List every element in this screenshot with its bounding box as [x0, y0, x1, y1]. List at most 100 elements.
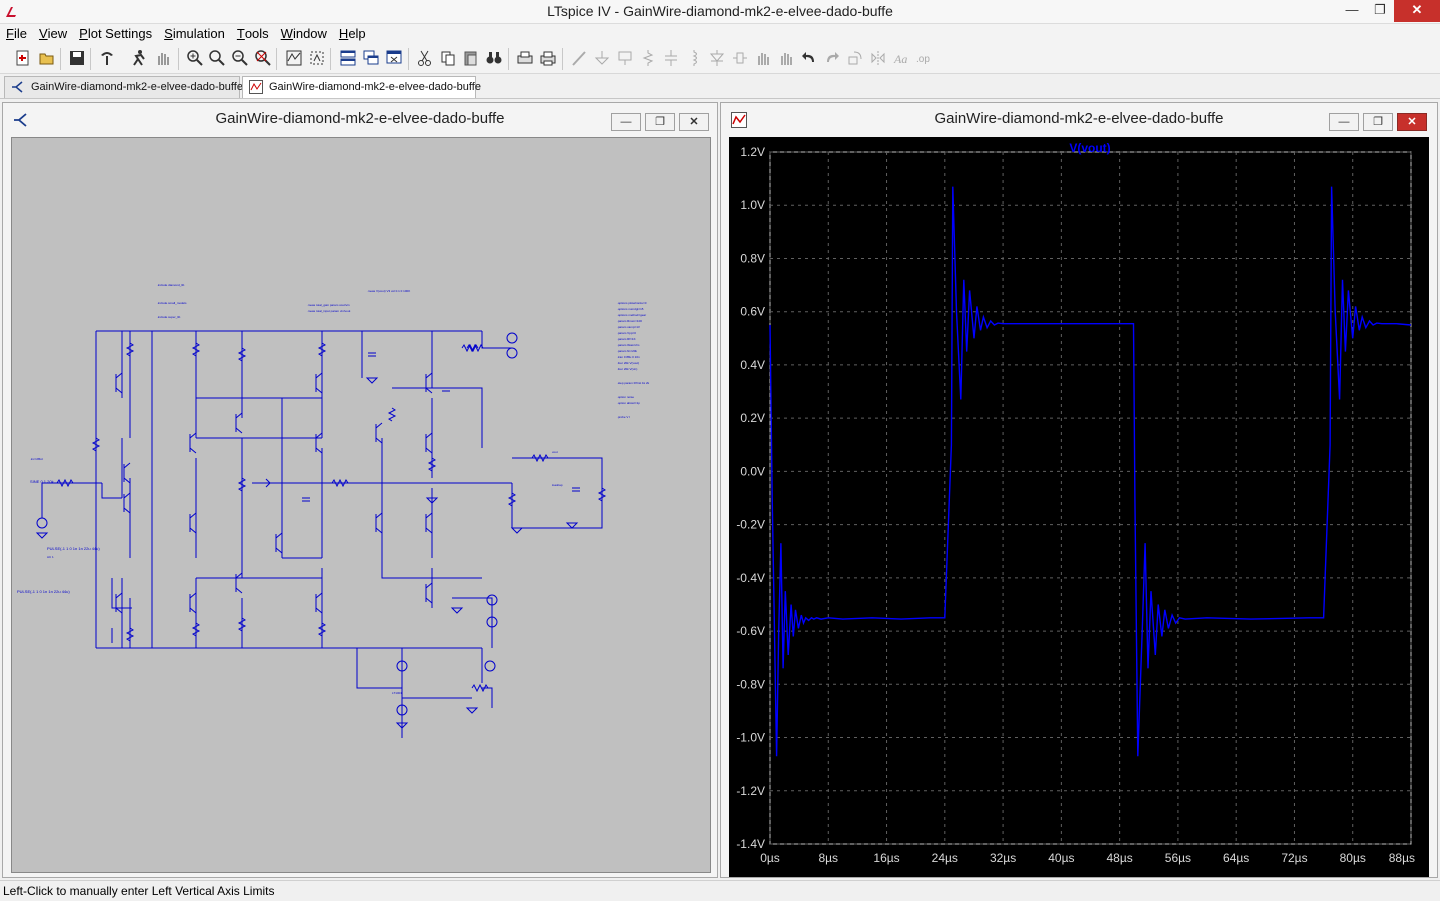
- x-tick-label[interactable]: 48µs: [1107, 851, 1133, 865]
- svg-text:AC 1: AC 1: [47, 555, 54, 559]
- zoom-out-icon[interactable]: [231, 49, 249, 67]
- minimize-button[interactable]: —: [1338, 0, 1366, 22]
- new-schematic-icon[interactable]: [14, 49, 32, 67]
- paste-icon[interactable]: [462, 49, 480, 67]
- x-tick-label[interactable]: 64µs: [1223, 851, 1249, 865]
- x-tick-label[interactable]: 80µs: [1340, 851, 1366, 865]
- halt-hand-icon[interactable]: [154, 49, 172, 67]
- y-tick-label[interactable]: -0.6V: [736, 624, 765, 638]
- tab-schematic[interactable]: GainWire-diamond-mk2-e-elvee-dado-buffe: [4, 76, 243, 98]
- y-tick-label[interactable]: -0.4V: [736, 571, 765, 585]
- y-tick-label[interactable]: 1.0V: [740, 198, 765, 212]
- print-setup-icon[interactable]: [516, 49, 534, 67]
- mirror-icon[interactable]: [869, 49, 887, 67]
- diode-icon[interactable]: [708, 49, 726, 67]
- x-tick-label[interactable]: 88µs: [1389, 851, 1415, 865]
- x-tick-label[interactable]: 24µs: [932, 851, 958, 865]
- svg-text:.meas total_input param vin/vo: .meas total_input param vin/vout: [307, 309, 351, 313]
- label-net-icon[interactable]: [616, 49, 634, 67]
- x-tick-label[interactable]: 8µs: [818, 851, 838, 865]
- document-tab-bar: GainWire-diamond-mk2-e-elvee-dado-buffe …: [0, 75, 1440, 99]
- y-tick-label[interactable]: -1.2V: [736, 784, 765, 798]
- redo-icon[interactable]: [823, 49, 841, 67]
- restore-button[interactable]: ❐: [1366, 0, 1394, 22]
- y-tick-label[interactable]: -0.2V: [736, 518, 765, 532]
- text-icon[interactable]: Aa: [892, 49, 910, 67]
- copy-icon[interactable]: [439, 49, 457, 67]
- y-tick-label[interactable]: 0.2V: [740, 411, 765, 425]
- zoom-in-icon[interactable]: [186, 49, 204, 67]
- tab-waveform[interactable]: GainWire-diamond-mk2-e-elvee-dado-buffe: [242, 76, 481, 98]
- plot-restore-button[interactable]: ❐: [1363, 113, 1393, 131]
- print-icon[interactable]: [539, 49, 557, 67]
- rotate-icon[interactable]: [846, 49, 864, 67]
- svg-text:.param Rnom=100: .param Rnom=100: [617, 319, 642, 323]
- autorange-icon[interactable]: [285, 49, 303, 67]
- y-tick-label[interactable]: -1.0V: [736, 731, 765, 745]
- trace-legend-label[interactable]: V(vout): [1069, 141, 1110, 155]
- waveform-chart[interactable]: 1.2V 1.0V 0.8V 0.6V 0.4V 0.2V 0.0V -0.2V -0.4V -0…: [729, 137, 1429, 877]
- tile-horizontal-icon[interactable]: [339, 49, 357, 67]
- close-all-icon[interactable]: [385, 49, 403, 67]
- cascade-icon[interactable]: [362, 49, 380, 67]
- x-tick-label[interactable]: 72µs: [1281, 851, 1307, 865]
- menu-view[interactable]: View: [33, 24, 73, 43]
- ground-icon[interactable]: [593, 49, 611, 67]
- run-icon[interactable]: [130, 49, 148, 67]
- drag-hand-icon[interactable]: [777, 49, 795, 67]
- svg-text:.param Vpp=0: .param Vpp=0: [617, 331, 636, 335]
- y-tick-label[interactable]: 1.2V: [740, 145, 765, 159]
- menu-help[interactable]: Help: [333, 24, 372, 43]
- menu-window[interactable]: Window: [275, 24, 333, 43]
- resistor-icon[interactable]: [639, 49, 657, 67]
- svg-text:.tran 0 88u 0 10n: .tran 0 88u 0 10n: [617, 355, 640, 359]
- y-tick-label[interactable]: 0.0V: [740, 464, 765, 478]
- menu-tools[interactable]: Tools: [231, 24, 275, 43]
- y-tick-label[interactable]: -0.8V: [736, 677, 765, 691]
- plot-close-button[interactable]: ✕: [1397, 113, 1427, 131]
- svg-text:.options plotwinsize=0: .options plotwinsize=0: [617, 301, 647, 305]
- plot-minimize-button[interactable]: —: [1329, 113, 1359, 131]
- y-tick-label[interactable]: 0.6V: [740, 305, 765, 319]
- schematic-drawing[interactable]: .include diamond_lib .include small_mode…: [12, 138, 711, 873]
- schematic-minimize-button[interactable]: —: [611, 113, 641, 131]
- schematic-window-header: GainWire-diamond-mk2-e-elvee-dado-buffe …: [3, 103, 717, 133]
- zoom-extents-icon[interactable]: [308, 49, 326, 67]
- find-icon[interactable]: [485, 49, 503, 67]
- capacitor-icon[interactable]: [662, 49, 680, 67]
- inductor-icon[interactable]: [685, 49, 703, 67]
- spice-directive-icon[interactable]: .op: [915, 49, 933, 67]
- x-tick-label[interactable]: 0µs: [760, 851, 780, 865]
- undo-icon[interactable]: [800, 49, 818, 67]
- close-button[interactable]: ✕: [1394, 0, 1440, 22]
- menu-plot-settings[interactable]: Plot Settings: [73, 24, 158, 43]
- svg-text:.four 20k V(vin): .four 20k V(vin): [617, 367, 637, 371]
- save-icon[interactable]: [68, 49, 86, 67]
- draw-wire-icon[interactable]: [570, 49, 588, 67]
- x-tick-label[interactable]: 40µs: [1048, 851, 1074, 865]
- zoom-fit-icon[interactable]: [254, 49, 272, 67]
- schematic-window: GainWire-diamond-mk2-e-elvee-dado-buffe …: [2, 102, 718, 878]
- schematic-canvas[interactable]: .include diamond_lib .include small_mode…: [11, 137, 711, 873]
- waveform-plot[interactable]: 1.2V 1.0V 0.8V 0.6V 0.4V 0.2V 0.0V -0.2V -0.4V -0…: [729, 137, 1429, 877]
- y-tick-label[interactable]: -1.4V: [736, 837, 765, 851]
- component-icon[interactable]: [731, 49, 749, 67]
- menu-simulation[interactable]: Simulation: [158, 24, 231, 43]
- svg-text:.include diamond_lib: .include diamond_lib: [157, 283, 185, 287]
- cut-icon[interactable]: [416, 49, 434, 67]
- move-hand-icon[interactable]: [754, 49, 772, 67]
- x-tick-label[interactable]: 32µs: [990, 851, 1016, 865]
- x-tick-label[interactable]: 16µs: [873, 851, 899, 865]
- schematic-restore-button[interactable]: ❐: [645, 113, 675, 131]
- schematic-close-button[interactable]: ✕: [679, 113, 709, 131]
- menu-file[interactable]: File: [0, 24, 33, 43]
- zoom-pan-icon[interactable]: [208, 49, 226, 67]
- control-panel-icon[interactable]: [98, 49, 116, 67]
- svg-text:PULSE(-1 1 0 1n 1n 22u 44u): PULSE(-1 1 0 1n 1n 22u 44u): [47, 546, 100, 551]
- trace-vout[interactable]: [769, 186, 1412, 757]
- y-tick-label[interactable]: 0.4V: [740, 358, 765, 372]
- open-icon[interactable]: [38, 49, 56, 67]
- waveform-doc-icon: [249, 80, 263, 94]
- y-tick-label[interactable]: 0.8V: [740, 251, 765, 265]
- x-tick-label[interactable]: 56µs: [1165, 851, 1191, 865]
